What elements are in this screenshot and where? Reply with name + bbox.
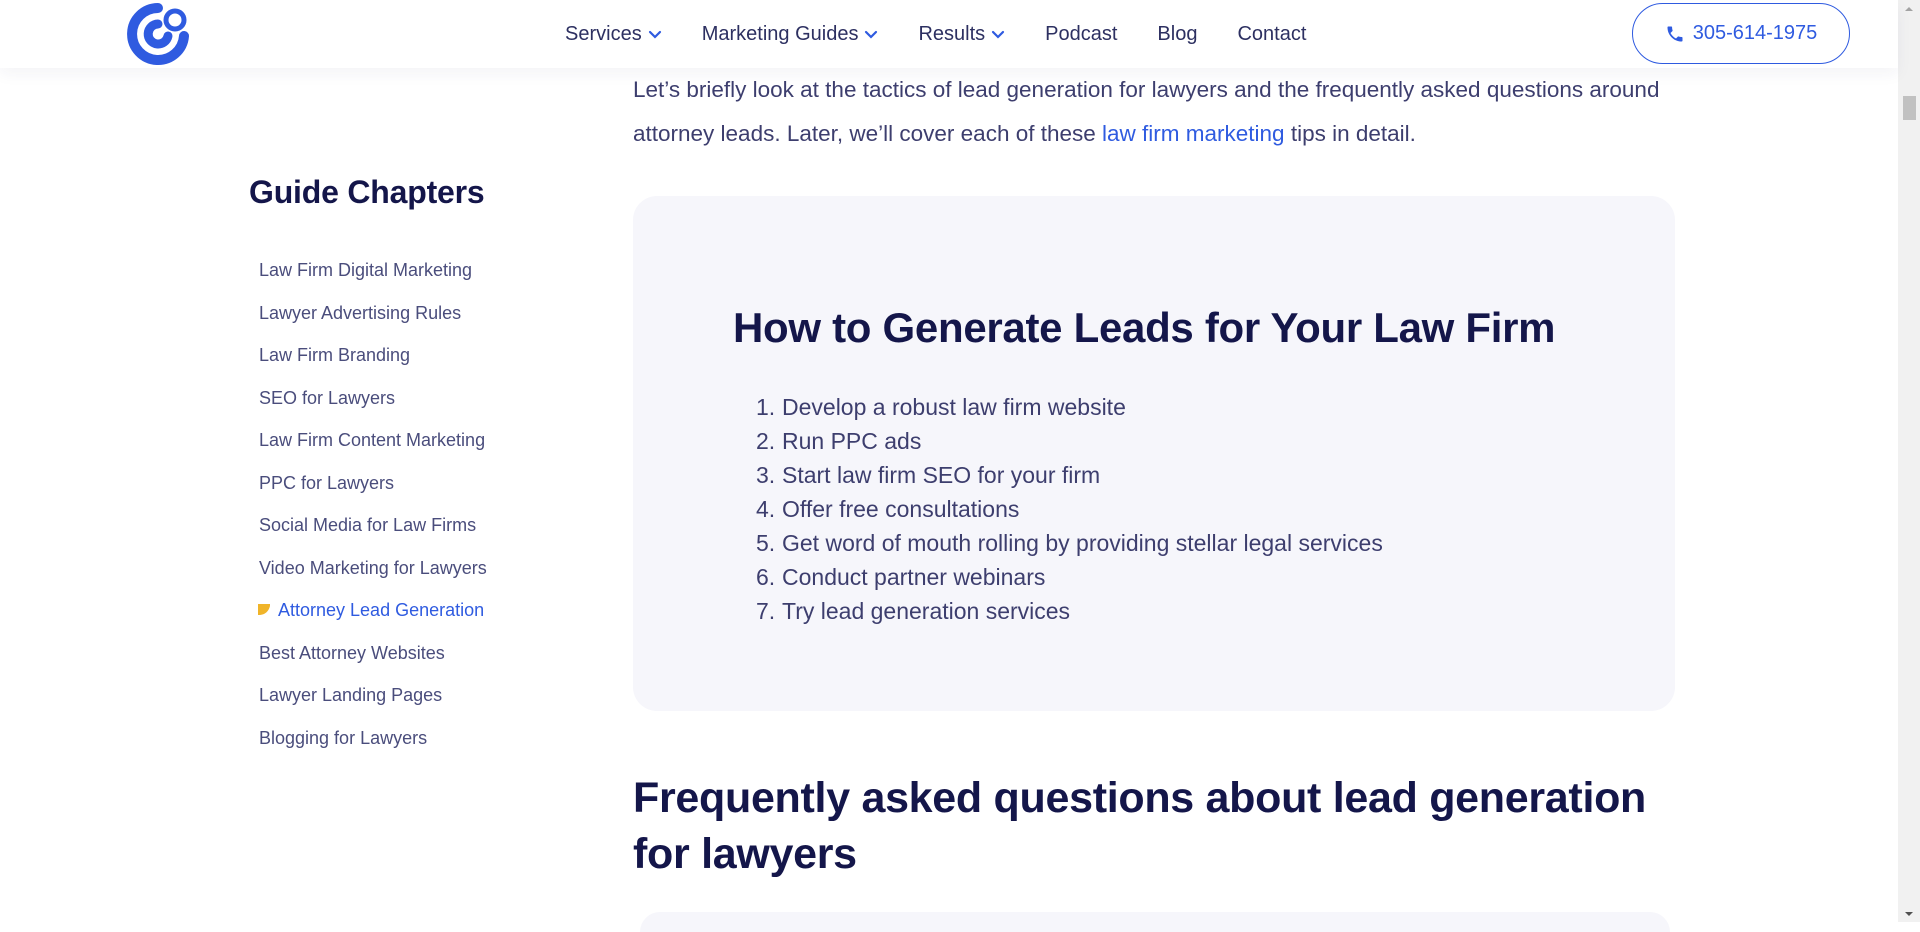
faq-section-title: Frequently asked questions about lead ge… <box>633 774 1647 878</box>
chapter-link[interactable]: PPC for Lawyers <box>259 466 487 509</box>
nav-marketing-guides-label: Marketing Guides <box>701 22 859 45</box>
brand-logo-icon[interactable] <box>126 2 190 66</box>
nav-blog-label: Blog <box>1157 22 1198 45</box>
step-number: 3. <box>756 462 776 488</box>
chapter-link[interactable]: Video Marketing for Lawyers <box>259 551 487 594</box>
step-number: 5. <box>756 530 776 556</box>
law-firm-marketing-link[interactable]: law firm marketing <box>1102 121 1285 146</box>
step-number: 2. <box>756 428 776 454</box>
chapter-link[interactable]: Law Firm Digital Marketing <box>259 253 487 296</box>
step-item: 6. Conduct partner webinars <box>756 560 1383 594</box>
chevron-down-icon <box>648 30 661 39</box>
nav-contact[interactable]: Contact <box>1237 23 1306 46</box>
nav-services-label: Services <box>565 22 642 45</box>
step-number: 7. <box>756 598 776 624</box>
faq-card-top-edge <box>640 912 1670 932</box>
step-text: Start law firm SEO for your firm <box>782 462 1101 488</box>
card-title: How to Generate Leads for Your Law Firm <box>733 304 1556 351</box>
chevron-down-icon <box>865 30 878 39</box>
phone-number: 305-614-1975 <box>1692 22 1818 44</box>
step-number: 4. <box>756 496 776 522</box>
step-item: 1. Develop a robust law firm website <box>756 390 1383 424</box>
page-scrollbar[interactable] <box>1898 0 1920 922</box>
chapter-list: Law Firm Digital Marketing Lawyer Advert… <box>258 253 487 764</box>
step-number: 6. <box>756 564 776 590</box>
step-item: 5. Get word of mouth rolling by providing… <box>756 526 1383 560</box>
step-text: Develop a robust law firm website <box>782 394 1126 420</box>
phone-icon <box>1667 26 1683 41</box>
guide-chapters-title: Guide Chapters <box>249 174 485 210</box>
step-text: Run PPC ads <box>782 428 922 454</box>
chapter-link[interactable]: Lawyer Advertising Rules <box>259 296 487 339</box>
nav-services[interactable]: Services <box>565 23 662 46</box>
scroll-up-arrow-icon[interactable] <box>1898 0 1920 17</box>
chevron-down-icon <box>992 30 1005 39</box>
nav-podcast-label: Podcast <box>1045 22 1118 45</box>
scrollbar-thumb[interactable] <box>1903 96 1916 120</box>
phone-button[interactable]: 305-614-1975 <box>1632 3 1850 64</box>
nav-results[interactable]: Results <box>918 23 1005 46</box>
step-item: 7. Try lead generation services <box>756 594 1383 628</box>
chapter-link-active[interactable]: Attorney Lead Generation <box>258 593 487 636</box>
step-text: Conduct partner webinars <box>782 564 1046 590</box>
step-number: 1. <box>756 394 776 420</box>
chapter-link[interactable]: Social Media for Law Firms <box>259 508 487 551</box>
step-item: 2. Run PPC ads <box>756 424 1383 458</box>
main-nav: Services Marketing Guides Results Podcas… <box>565 0 1346 68</box>
chapter-link[interactable]: Law Firm Branding <box>259 338 487 381</box>
chapter-link[interactable]: Lawyer Landing Pages <box>259 678 487 721</box>
steps-list: 1. Develop a robust law firm website 2. Ru… <box>756 390 1383 628</box>
step-item: 4. Offer free consultations <box>756 492 1383 526</box>
step-text: Get word of mouth rolling by providing s… <box>782 530 1383 556</box>
intro-text-after: tips in detail. <box>1284 121 1416 146</box>
intro-paragraph: Let’s briefly look at the tactics of lea… <box>633 68 1683 156</box>
nav-podcast[interactable]: Podcast <box>1045 23 1117 46</box>
nav-blog[interactable]: Blog <box>1157 23 1197 46</box>
lead-generation-summary-card: How to Generate Leads for Your Law Firm … <box>633 196 1675 711</box>
scroll-down-arrow-icon[interactable] <box>1898 905 1920 922</box>
step-text: Try lead generation services <box>782 598 1071 624</box>
step-item: 3. Start law firm SEO for your firm <box>756 458 1383 492</box>
active-chapter-marker-icon <box>258 604 270 615</box>
chapter-link[interactable]: Law Firm Content Marketing <box>259 423 487 466</box>
nav-results-label: Results <box>918 22 986 45</box>
nav-marketing-guides[interactable]: Marketing Guides <box>702 23 879 46</box>
site-header: Services Marketing Guides Results Podcas… <box>0 0 1898 68</box>
chapter-link[interactable]: SEO for Lawyers <box>259 381 487 424</box>
chapter-link-active-label: Attorney Lead Generation <box>278 600 485 620</box>
chapter-link[interactable]: Best Attorney Websites <box>259 636 487 679</box>
step-text: Offer free consultations <box>782 496 1020 522</box>
chapter-link[interactable]: Blogging for Lawyers <box>259 721 487 764</box>
nav-contact-label: Contact <box>1237 22 1307 45</box>
